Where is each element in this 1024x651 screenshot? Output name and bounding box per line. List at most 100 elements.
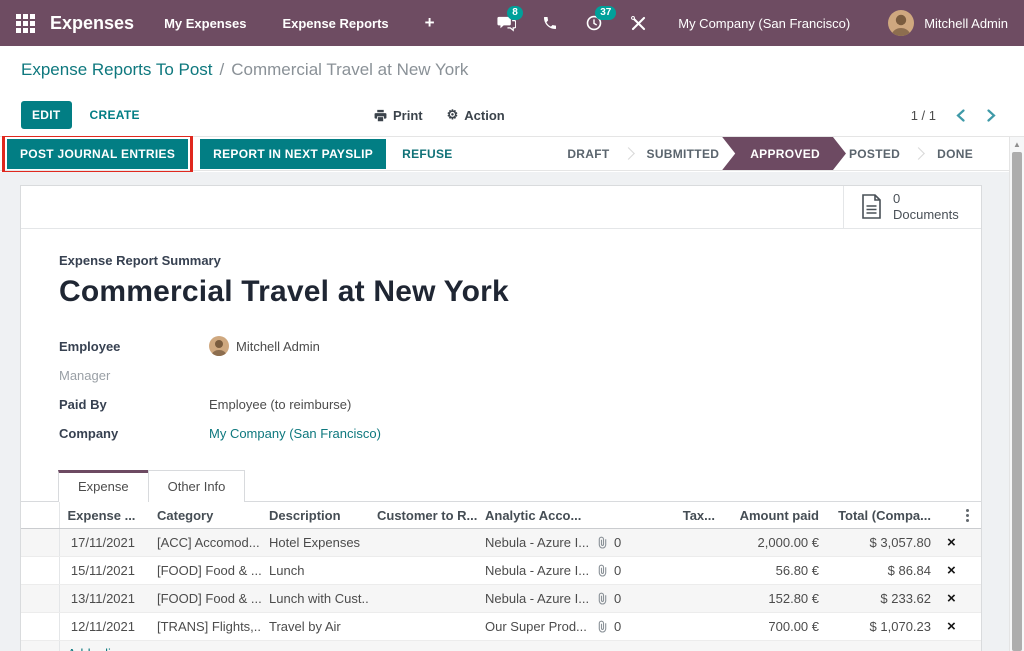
menu-expense-reports[interactable]: Expense Reports	[282, 16, 388, 31]
step-posted[interactable]: POSTED	[838, 147, 911, 161]
header-analytic-account[interactable]: Analytic Acco...	[477, 502, 589, 529]
scroll-up-icon[interactable]: ▲	[1010, 137, 1024, 151]
table-row[interactable]: 15/11/2021 [FOOD] Food & ... Lunch Nebul…	[21, 557, 981, 585]
cell-customer[interactable]	[369, 585, 477, 613]
tab-expense[interactable]: Expense	[58, 470, 149, 502]
company-value[interactable]: My Company (San Francisco)	[209, 423, 981, 443]
cell-category[interactable]: [FOOD] Food & ...	[149, 585, 261, 613]
optional-columns-toggle[interactable]	[939, 502, 981, 529]
step-approved[interactable]: APPROVED	[722, 137, 846, 170]
vertical-dots-icon	[947, 509, 973, 522]
add-a-line-link[interactable]: Add a line	[59, 641, 981, 651]
add-a-line-row[interactable]: Add a line	[21, 641, 981, 651]
cell-analytic[interactable]: Nebula - Azure I...	[477, 557, 589, 585]
phone-icon[interactable]	[540, 13, 560, 33]
delete-row-icon[interactable]: ×	[947, 592, 956, 605]
cell-total[interactable]: $ 1,070.23	[827, 613, 939, 641]
cell-taxes[interactable]	[633, 585, 723, 613]
cell-category[interactable]: [FOOD] Food & ...	[149, 557, 261, 585]
cell-category[interactable]: [TRANS] Flights,...	[149, 613, 261, 641]
cell-date[interactable]: 13/11/2021	[59, 585, 149, 613]
cell-description[interactable]: Travel by Air	[261, 613, 369, 641]
cell-attachments[interactable]: 0	[589, 613, 633, 641]
cell-total[interactable]: $ 3,057.80	[827, 529, 939, 557]
cell-date[interactable]: 12/11/2021	[59, 613, 149, 641]
delete-row-icon[interactable]: ×	[947, 564, 956, 577]
report-in-next-payslip-button[interactable]: REPORT IN NEXT PAYSLIP	[200, 139, 386, 169]
action-button[interactable]: ⚙ Action	[447, 107, 505, 123]
vertical-scrollbar[interactable]: ▲	[1009, 137, 1024, 651]
header-expense-date[interactable]: Expense ...	[59, 502, 149, 529]
cell-delete[interactable]: ×	[939, 585, 981, 613]
cell-date[interactable]: 17/11/2021	[59, 529, 149, 557]
tools-icon[interactable]	[628, 13, 648, 33]
documents-button[interactable]: 0 Documents	[843, 186, 981, 228]
cell-attachments[interactable]: 0	[589, 585, 633, 613]
cell-delete[interactable]: ×	[939, 613, 981, 641]
cell-customer[interactable]	[369, 529, 477, 557]
cell-analytic[interactable]: Our Super Prod...	[477, 613, 589, 641]
cell-taxes[interactable]	[633, 557, 723, 585]
table-header-row: Expense ... Category Description Custome…	[21, 502, 981, 529]
app-name[interactable]: Expenses	[50, 13, 134, 34]
breadcrumb-separator: /	[220, 60, 225, 80]
edit-button[interactable]: EDIT	[21, 101, 72, 129]
cell-description[interactable]: Hotel Expenses	[261, 529, 369, 557]
pager-next-icon[interactable]	[987, 109, 996, 122]
company-switcher[interactable]: My Company (San Francisco)	[678, 16, 850, 31]
cell-attachments[interactable]: 0	[589, 557, 633, 585]
header-total[interactable]: Total (Compa...	[827, 502, 939, 529]
user-menu[interactable]: Mitchell Admin	[924, 16, 1008, 31]
apps-grid-icon[interactable]	[16, 14, 35, 33]
header-category[interactable]: Category	[149, 502, 261, 529]
cell-amount-paid[interactable]: 56.80 €	[723, 557, 827, 585]
step-submitted[interactable]: SUBMITTED	[636, 147, 731, 161]
delete-row-icon[interactable]: ×	[947, 536, 956, 549]
cell-description[interactable]: Lunch with Cust...	[261, 585, 369, 613]
notebook-tabs: Expense Other Info	[21, 470, 981, 502]
tab-other-info[interactable]: Other Info	[148, 470, 246, 502]
cell-analytic[interactable]: Nebula - Azure I...	[477, 585, 589, 613]
print-label: Print	[393, 108, 423, 123]
breadcrumb-parent[interactable]: Expense Reports To Post	[21, 60, 213, 80]
table-row[interactable]: 17/11/2021 [ACC] Accomod... Hotel Expens…	[21, 529, 981, 557]
cell-amount-paid[interactable]: 2,000.00 €	[723, 529, 827, 557]
create-button[interactable]: CREATE	[90, 108, 140, 122]
activities-clock-icon[interactable]: 37	[584, 13, 604, 33]
cell-total[interactable]: $ 233.62	[827, 585, 939, 613]
cell-taxes[interactable]	[633, 613, 723, 641]
cell-attachments[interactable]: 0	[589, 529, 633, 557]
table-row[interactable]: 12/11/2021 [TRANS] Flights,... Travel by…	[21, 613, 981, 641]
cell-total[interactable]: $ 86.84	[827, 557, 939, 585]
employee-value[interactable]: Mitchell Admin	[209, 336, 981, 356]
menu-my-expenses[interactable]: My Expenses	[164, 16, 246, 31]
messages-icon[interactable]: 8	[496, 13, 516, 33]
cell-date[interactable]: 15/11/2021	[59, 557, 149, 585]
print-button[interactable]: Print	[374, 108, 423, 123]
cell-customer[interactable]	[369, 557, 477, 585]
cell-customer[interactable]	[369, 613, 477, 641]
cell-taxes[interactable]	[633, 529, 723, 557]
header-customer[interactable]: Customer to R...	[369, 502, 477, 529]
cell-amount-paid[interactable]: 152.80 €	[723, 585, 827, 613]
cell-amount-paid[interactable]: 700.00 €	[723, 613, 827, 641]
pager-previous-icon[interactable]	[956, 109, 965, 122]
scrollbar-thumb[interactable]	[1012, 152, 1022, 651]
user-avatar[interactable]	[888, 10, 914, 36]
step-done[interactable]: DONE	[926, 147, 984, 161]
header-taxes[interactable]: Tax...	[633, 502, 723, 529]
table-row[interactable]: 13/11/2021 [FOOD] Food & ... Lunch with …	[21, 585, 981, 613]
cell-delete[interactable]: ×	[939, 529, 981, 557]
step-draft[interactable]: DRAFT	[556, 147, 620, 161]
plus-menu-icon[interactable]: +	[425, 13, 435, 33]
cell-category[interactable]: [ACC] Accomod...	[149, 529, 261, 557]
manager-value[interactable]	[209, 365, 981, 385]
post-journal-entries-button[interactable]: POST JOURNAL ENTRIES	[7, 139, 188, 169]
cell-description[interactable]: Lunch	[261, 557, 369, 585]
header-description[interactable]: Description	[261, 502, 369, 529]
delete-row-icon[interactable]: ×	[947, 620, 956, 633]
cell-analytic[interactable]: Nebula - Azure I...	[477, 529, 589, 557]
cell-delete[interactable]: ×	[939, 557, 981, 585]
refuse-button[interactable]: REFUSE	[402, 147, 452, 161]
header-amount-paid[interactable]: Amount paid	[723, 502, 827, 529]
